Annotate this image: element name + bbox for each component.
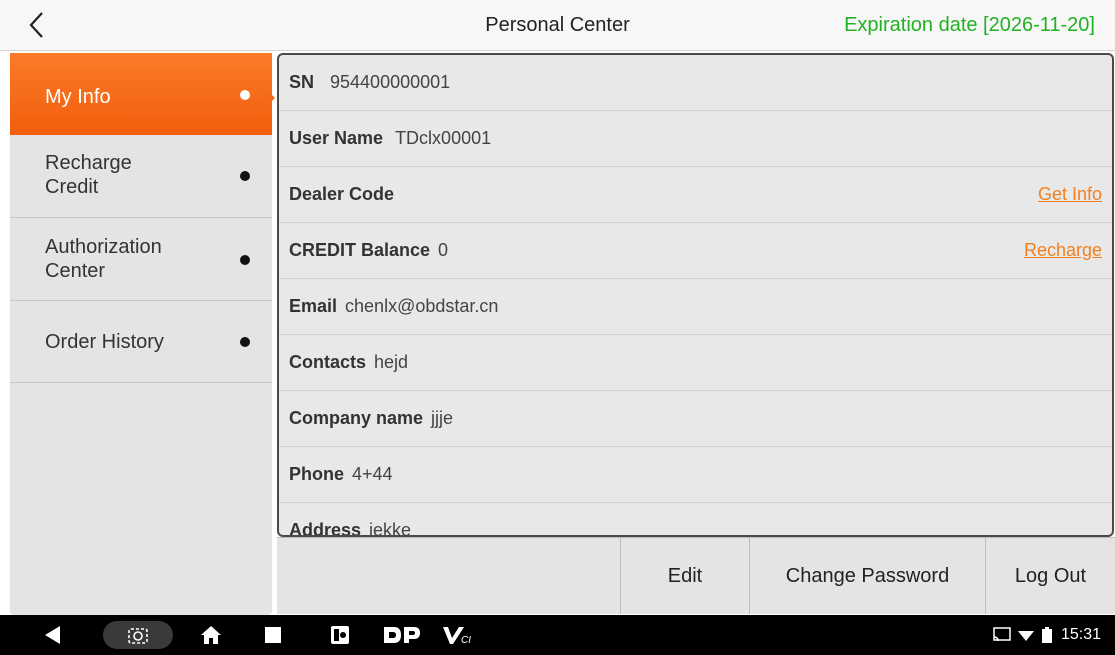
- field-value: chenlx@obdstar.cn: [345, 296, 499, 316]
- wifi-icon: [1017, 631, 1034, 641]
- home-icon[interactable]: [196, 615, 226, 655]
- field-value: 0: [438, 240, 449, 260]
- field-label: SN: [289, 72, 315, 92]
- info-row-company-name: Company name jjje: [279, 391, 1112, 447]
- sidebar-item-my-info[interactable]: My Info: [10, 53, 272, 135]
- active-pointer-icon: [269, 92, 275, 104]
- field-label: Phone: [289, 464, 345, 484]
- battery-icon: [1041, 627, 1052, 643]
- info-row-email: Email chenlx@obdstar.cn: [279, 279, 1112, 335]
- recharge-link[interactable]: Recharge: [1024, 240, 1102, 261]
- field-label: Contacts: [289, 352, 367, 372]
- info-row-address: Address jekke: [279, 503, 1112, 537]
- sidebar-item-authorization-center[interactable]: Authorization Center: [10, 218, 272, 301]
- recents-square-icon[interactable]: [258, 615, 288, 655]
- field-label: Dealer Code: [289, 184, 395, 204]
- sidebar-item-order-history[interactable]: Order History: [10, 301, 272, 383]
- field-label: User Name: [289, 128, 384, 148]
- info-row-user-name: User Name TDclx00001: [279, 111, 1112, 167]
- info-row-dealer-code: Dealer Code Get Info: [279, 167, 1112, 223]
- field-label: Email: [289, 296, 338, 316]
- expiration-date: Expiration date [2026-11-20]: [844, 14, 1095, 36]
- action-bar: Edit Change Password Log Out: [277, 537, 1115, 614]
- info-row-phone: Phone 4+44: [279, 447, 1112, 503]
- change-password-button[interactable]: Change Password: [749, 538, 985, 614]
- sidebar-item-label: Recharge Credit: [45, 152, 132, 198]
- sidebar: My Info Recharge Credit Authorization Ce…: [10, 53, 272, 615]
- bullet-dot-icon: [240, 90, 250, 100]
- back-triangle-icon[interactable]: [38, 615, 68, 655]
- vci-app-icon[interactable]: [325, 615, 355, 655]
- clock-time: 15:31: [1060, 626, 1101, 643]
- field-label: CREDIT Balance: [289, 240, 431, 260]
- field-value: hejd: [374, 352, 409, 372]
- bullet-dot-icon: [240, 171, 250, 181]
- field-value: TDclx00001: [395, 128, 492, 148]
- sidebar-item-label: Authorization Center: [45, 236, 162, 282]
- bullet-dot-icon: [240, 337, 250, 347]
- vci-logo-icon[interactable]: CI: [440, 615, 476, 655]
- system-nav-bar: CI 15:31: [0, 615, 1115, 655]
- sidebar-item-label: My Info: [45, 86, 111, 108]
- info-row-sn: SN 954400000001: [279, 55, 1112, 111]
- edit-button[interactable]: Edit: [620, 538, 749, 614]
- sidebar-item-recharge-credit[interactable]: Recharge Credit: [10, 135, 272, 218]
- log-out-button[interactable]: Log Out: [985, 538, 1115, 614]
- info-row-contacts: Contacts hejd: [279, 335, 1112, 391]
- field-label: Address: [289, 520, 362, 537]
- screenshot-camera-icon[interactable]: [103, 615, 173, 655]
- bullet-dot-icon: [240, 255, 250, 265]
- info-panel[interactable]: SN 954400000001 User Name TDclx00001 Deale…: [277, 53, 1114, 537]
- svg-text:CI: CI: [461, 635, 471, 646]
- field-label: Company name: [289, 408, 424, 428]
- dp-app-icon[interactable]: [380, 615, 424, 655]
- status-area: 15:31: [993, 615, 1101, 655]
- get-info-link[interactable]: Get Info: [1038, 184, 1102, 205]
- title-bar: Personal Center Expiration date [2026-11…: [0, 0, 1115, 51]
- sidebar-item-label: Order History: [45, 331, 164, 353]
- field-value: jjje: [431, 408, 454, 428]
- field-value: 954400000001: [330, 72, 451, 92]
- cast-icon: [993, 627, 1011, 642]
- field-value: jekke: [369, 520, 412, 537]
- info-row-credit-balance: CREDIT Balance 0 Recharge: [279, 223, 1112, 279]
- field-value: 4+44: [352, 464, 393, 484]
